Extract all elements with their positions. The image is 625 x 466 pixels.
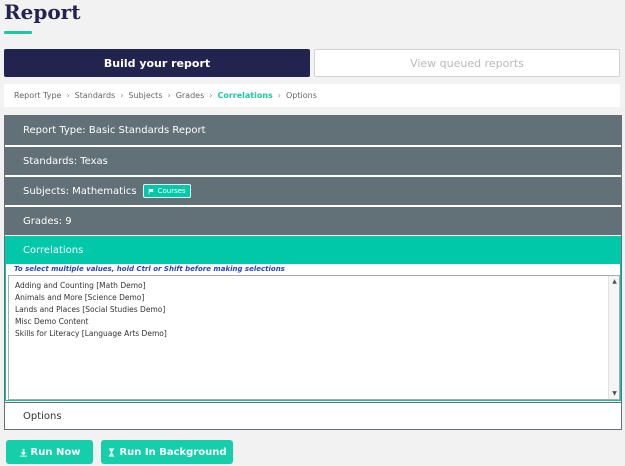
flag-icon bbox=[148, 188, 154, 194]
breadcrumb-separator: › bbox=[277, 91, 281, 100]
list-item[interactable]: Animals and More [Science Demo] bbox=[15, 292, 167, 304]
selection-hint: To select multiple values, hold Ctrl or … bbox=[14, 265, 285, 273]
breadcrumb-subjects[interactable]: Subjects bbox=[128, 91, 162, 100]
section-correlations[interactable]: Correlations bbox=[5, 236, 621, 264]
breadcrumb-standards[interactable]: Standards bbox=[75, 91, 116, 100]
courses-badge-label: Courses bbox=[157, 187, 186, 195]
run-now-label: Run Now bbox=[30, 446, 81, 458]
correlations-body: To select multiple values, hold Ctrl or … bbox=[5, 264, 621, 401]
list-item[interactable]: Adding and Counting [Math Demo] bbox=[15, 280, 167, 292]
breadcrumb-options[interactable]: Options bbox=[286, 91, 317, 100]
section-report-type-label: Report Type: Basic Standards Report bbox=[23, 125, 206, 136]
breadcrumb-correlations[interactable]: Correlations bbox=[217, 91, 272, 100]
breadcrumb-separator: › bbox=[209, 91, 213, 100]
section-correlations-label: Correlations bbox=[23, 244, 84, 256]
list-item[interactable]: Misc Demo Content bbox=[15, 316, 167, 328]
title-underline bbox=[4, 31, 32, 34]
breadcrumb-separator: › bbox=[120, 91, 124, 100]
report-builder-panel: Report Type: Basic Standards Report Stan… bbox=[4, 115, 622, 430]
breadcrumb-separator: › bbox=[167, 91, 171, 100]
run-in-background-label: Run In Background bbox=[119, 446, 227, 458]
run-now-button[interactable]: Run Now bbox=[6, 440, 93, 464]
section-grades-label: Grades: 9 bbox=[23, 215, 72, 227]
breadcrumb-grades[interactable]: Grades bbox=[176, 91, 205, 100]
hourglass-icon bbox=[109, 447, 115, 457]
download-icon bbox=[19, 448, 27, 457]
section-options[interactable]: Options bbox=[5, 402, 621, 429]
breadcrumb-report-type[interactable]: Report Type bbox=[14, 91, 61, 100]
tab-build-your-report[interactable]: Build your report bbox=[4, 49, 310, 77]
section-standards[interactable]: Standards: Texas bbox=[5, 147, 621, 175]
listbox-scrollbar[interactable]: ▲ ▼ bbox=[608, 276, 619, 399]
breadcrumb: Report Type › Standards › Subjects › Gra… bbox=[4, 84, 620, 107]
section-standards-label: Standards: Texas bbox=[23, 155, 108, 167]
scroll-up-arrow-icon[interactable]: ▲ bbox=[611, 278, 618, 285]
section-subjects[interactable]: Subjects: Mathematics Courses bbox=[5, 177, 621, 205]
scroll-down-arrow-icon[interactable]: ▼ bbox=[611, 390, 618, 397]
section-options-label: Options bbox=[23, 410, 62, 422]
list-item[interactable]: Skills for Literacy [Language Arts Demo] bbox=[15, 328, 167, 340]
courses-badge[interactable]: Courses bbox=[142, 184, 191, 198]
page-title: Report bbox=[4, 0, 81, 24]
section-grades[interactable]: Grades: 9 bbox=[5, 207, 621, 235]
section-subjects-label: Subjects: Mathematics bbox=[23, 185, 137, 197]
breadcrumb-separator: › bbox=[66, 91, 70, 100]
run-in-background-button[interactable]: Run In Background bbox=[101, 440, 233, 464]
correlations-listbox[interactable]: Adding and Counting [Math Demo] Animals … bbox=[8, 275, 620, 400]
section-report-type[interactable]: Report Type: Basic Standards Report bbox=[5, 116, 621, 145]
tab-view-queued-reports[interactable]: View queued reports bbox=[314, 49, 620, 77]
correlations-list: Adding and Counting [Math Demo] Animals … bbox=[15, 280, 167, 340]
list-item[interactable]: Lands and Places [Social Studies Demo] bbox=[15, 304, 167, 316]
